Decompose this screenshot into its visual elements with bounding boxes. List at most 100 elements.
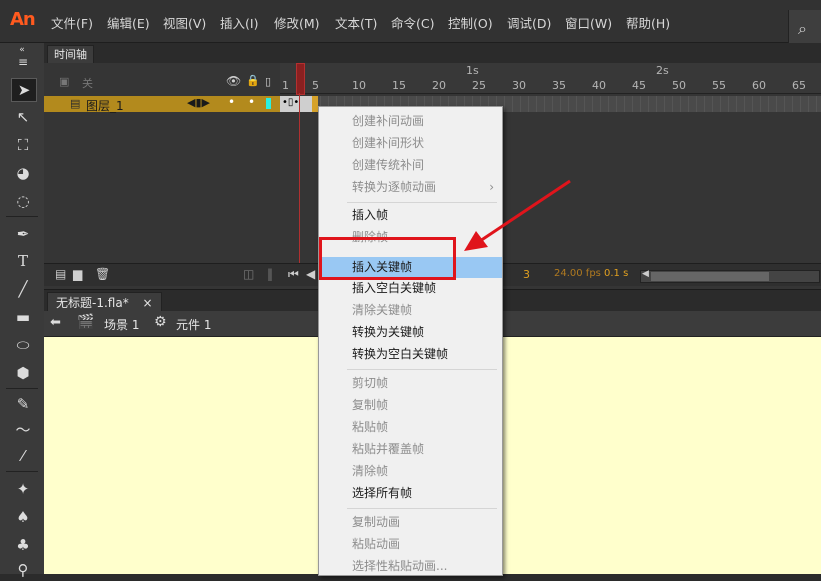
timeline-scrollbar[interactable]: ◀: [640, 269, 820, 283]
menu-item-clear-frames[interactable]: 清除帧: [319, 461, 502, 482]
document-tab-label: 无标题-1.fla*: [56, 296, 129, 310]
ruler-tick: 15: [392, 79, 406, 92]
playhead[interactable]: [296, 63, 305, 95]
lock-icon[interactable]: 🔒: [246, 74, 260, 87]
ruler-tick: 30: [512, 79, 526, 92]
bone-tool-icon[interactable]: ✦: [11, 478, 35, 500]
menu-file[interactable]: 文件(F): [51, 13, 93, 32]
playhead-line: [299, 93, 300, 265]
rectangle-tool-icon[interactable]: ▬: [11, 306, 35, 328]
scene-icon: 🎬: [77, 314, 95, 330]
scroll-thumb[interactable]: [651, 272, 769, 281]
document-tab[interactable]: 无标题-1.fla* ×: [47, 292, 162, 313]
menu-item-select-all-frames[interactable]: 选择所有帧: [319, 483, 502, 504]
ruler-tick: 40: [592, 79, 606, 92]
menu-item-insert-blank-keyframe[interactable]: 插入空白关键帧: [319, 278, 502, 299]
lasso-tool-icon[interactable]: ◌: [11, 190, 35, 212]
ink-bottle-tool-icon[interactable]: ♣: [11, 534, 35, 556]
back-arrow-icon[interactable]: ⬅: [50, 315, 61, 330]
tools-panel: « ≡ ➤ ↖ ⛶ ◕ ◌ ✒ T ╱ ▬ ⬭ ⬢ ✎ 〜 ⁄ ✦ ♠ ♣ ⚲: [0, 43, 45, 579]
pen-tool-icon[interactable]: ✒: [11, 223, 35, 245]
subselection-tool-icon[interactable]: ↖: [11, 106, 35, 128]
center-frame-icon[interactable]: ◫: [243, 267, 254, 281]
menu-edit[interactable]: 编辑(E): [107, 13, 150, 32]
layer-keyframe-nav[interactable]: ◀▮▶: [187, 96, 210, 109]
menu-item-paste-frames[interactable]: 粘贴帧: [319, 417, 502, 438]
menu-item-paste-and-overwrite-frames[interactable]: 粘贴并覆盖帧: [319, 439, 502, 460]
outline-icon[interactable]: ▯: [265, 75, 271, 88]
ruler-tick: 60: [752, 79, 766, 92]
oval-tool-icon[interactable]: ⬭: [11, 334, 35, 356]
paint-brush-tool-icon[interactable]: 〜: [11, 419, 35, 441]
layer-name[interactable]: 图层_1: [86, 97, 124, 114]
ruler-tick: 25: [472, 79, 486, 92]
keyframe-dot[interactable]: •▯•: [282, 97, 299, 108]
menu-modify[interactable]: 修改(M): [274, 13, 320, 32]
menu-item-convert-to-blank-keyframes[interactable]: 转换为空白关键帧: [319, 344, 502, 365]
current-frame[interactable]: 3: [523, 268, 530, 281]
layer-header: ▣ 关 👁 🔒 ▯: [44, 71, 280, 93]
ruler-tick: 5: [312, 79, 319, 92]
menu-insert[interactable]: 插入(I): [220, 13, 258, 32]
layer-header-icon: ▣: [59, 75, 70, 88]
menu-item-paste-motion[interactable]: 粘贴动画: [319, 534, 502, 555]
lock-dot[interactable]: •: [248, 95, 255, 109]
timeline-tab-bar: 时间轴: [44, 43, 821, 64]
menu-window[interactable]: 窗口(W): [565, 13, 612, 32]
scroll-left-icon[interactable]: ◀: [642, 269, 649, 279]
ruler-tick: 55: [712, 79, 726, 92]
visibility-dot[interactable]: •: [228, 95, 235, 109]
panel-menu-icon[interactable]: ≡: [11, 56, 35, 69]
annotation-arrow-icon: [464, 179, 571, 251]
3d-rotation-tool-icon[interactable]: ◕: [11, 162, 35, 184]
menu-item-create-classic-tween[interactable]: 创建传统补间: [319, 155, 502, 176]
menu-item-copy-frames[interactable]: 复制帧: [319, 395, 502, 416]
fps-readout[interactable]: 24.00 fps: [554, 268, 601, 279]
loop-icon[interactable]: ‖: [267, 267, 273, 281]
close-icon[interactable]: ×: [143, 296, 153, 310]
layer-color-swatch[interactable]: [266, 98, 271, 109]
menu-item-cut-frames[interactable]: 剪切帧: [319, 373, 502, 394]
menu-view[interactable]: 视图(V): [163, 13, 206, 32]
line-tool-icon[interactable]: ╱: [11, 278, 35, 300]
text-tool-icon[interactable]: T: [11, 250, 35, 272]
new-folder-icon[interactable]: ▆: [73, 267, 82, 281]
breadcrumb-symbol[interactable]: 元件 1: [176, 316, 211, 333]
second-marker: 2s: [656, 64, 669, 77]
menu-item-convert-to-keyframes[interactable]: 转换为关键帧: [319, 322, 502, 343]
time-readout[interactable]: 0.1 s: [604, 268, 628, 279]
layer-row[interactable]: ▤ 图层_1 ◀▮▶ • •: [44, 95, 280, 114]
menu-commands[interactable]: 命令(C): [391, 13, 434, 32]
menu-control[interactable]: 控制(O): [448, 13, 493, 32]
eyedropper-tool-icon[interactable]: ⚲: [11, 559, 35, 581]
brush-tool-icon[interactable]: ⁄: [11, 445, 35, 467]
menu-separator: [347, 508, 497, 509]
menu-item-create-shape-tween[interactable]: 创建补间形状: [319, 133, 502, 154]
second-marker: 1s: [466, 64, 479, 77]
menu-debug[interactable]: 调试(D): [507, 13, 551, 32]
tab-timeline[interactable]: 时间轴: [47, 45, 94, 64]
polystar-tool-icon[interactable]: ⬢: [11, 362, 35, 384]
menu-item-copy-motion[interactable]: 复制动画: [319, 512, 502, 533]
menu-text[interactable]: 文本(T): [335, 13, 377, 32]
ruler-tick: 1: [282, 79, 289, 92]
eye-icon[interactable]: 👁: [226, 74, 241, 88]
menu-item-clear-keyframe[interactable]: 清除关键帧: [319, 300, 502, 321]
selection-tool-icon[interactable]: ➤: [11, 78, 37, 102]
delete-layer-icon[interactable]: 🗑: [95, 267, 110, 281]
pencil-tool-icon[interactable]: ✎: [11, 393, 35, 415]
ruler-tick: 50: [672, 79, 686, 92]
menu-item-create-motion-tween[interactable]: 创建补间动画: [319, 111, 502, 132]
frame-ruler[interactable]: 1s 2s 1 5 10 15 20 25 30 35 40 45 50 55 …: [280, 63, 821, 94]
ruler-tick: 35: [552, 79, 566, 92]
search-icon: ⌕: [798, 19, 807, 38]
prev-frame-icon[interactable]: ◀: [306, 267, 315, 281]
menu-help[interactable]: 帮助(H): [626, 13, 670, 32]
paint-bucket-tool-icon[interactable]: ♠: [11, 506, 35, 528]
layer-header-label: 关: [82, 77, 93, 90]
layer-icon: ▤: [70, 97, 81, 110]
free-transform-tool-icon[interactable]: ⛶: [11, 134, 35, 156]
new-layer-icon[interactable]: ▤: [55, 267, 66, 281]
first-frame-icon[interactable]: ⏮: [288, 267, 299, 282]
breadcrumb-scene[interactable]: 场景 1: [104, 316, 139, 333]
